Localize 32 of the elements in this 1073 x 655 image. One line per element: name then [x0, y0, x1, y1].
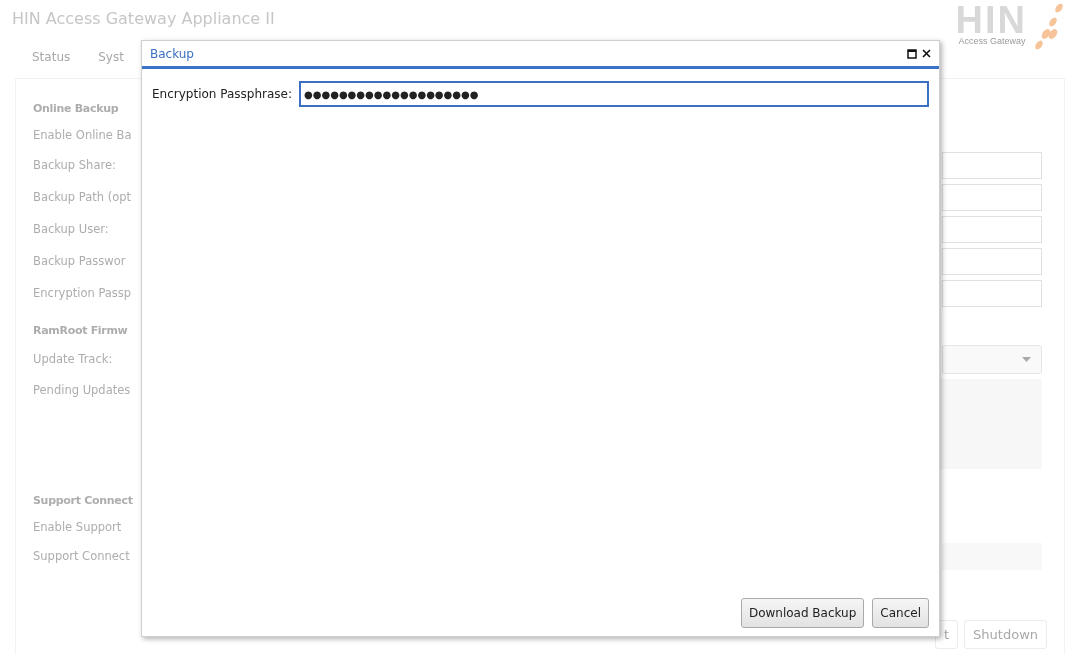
passphrase-field[interactable]: ●●●●●●●●●●●●●●●●●●●●	[299, 81, 929, 107]
close-icon[interactable]	[922, 49, 931, 58]
field-label: Support Connect	[33, 549, 131, 563]
text-field[interactable]	[942, 247, 1042, 275]
download-button[interactable]: Download Backup	[740, 598, 865, 628]
field-label: Backup Path (opt	[33, 190, 133, 204]
text-field[interactable]	[942, 215, 1042, 243]
caret-icon	[1022, 356, 1031, 362]
field-label: Backup Share:	[33, 158, 117, 172]
dialog-title: Backup	[150, 46, 194, 61]
maximize-icon[interactable]	[907, 48, 917, 59]
field-label: Backup Passwor	[33, 254, 127, 268]
tab[interactable]: Syst	[98, 50, 124, 78]
field-label: Enable Support	[33, 520, 123, 534]
section-heading: Support Connect	[33, 494, 134, 507]
section-heading: Online Backup	[33, 102, 120, 115]
text-field[interactable]	[942, 183, 1042, 211]
logo-subtitle: Access Gateway	[957, 36, 1027, 46]
cancel-button[interactable]: Cancel	[872, 598, 929, 628]
action-button[interactable]: Shutdown	[964, 620, 1047, 649]
field-label: Encryption Passphrase:	[152, 86, 292, 101]
dropdown[interactable]	[942, 344, 1042, 374]
field-label: Pending Updates	[33, 382, 132, 397]
app-title: HIN Access Gateway Appliance II	[12, 8, 275, 30]
text-field[interactable]	[942, 279, 1042, 307]
field-label: Backup User:	[33, 222, 110, 236]
section-heading: RamRoot Firmw	[33, 324, 129, 337]
field-label: Update Track:	[33, 352, 114, 366]
field-label: Enable Online Ba	[33, 128, 133, 142]
tab[interactable]: Status	[32, 50, 71, 78]
text-field[interactable]	[942, 151, 1042, 179]
field-label: Encryption Passp	[33, 286, 133, 300]
